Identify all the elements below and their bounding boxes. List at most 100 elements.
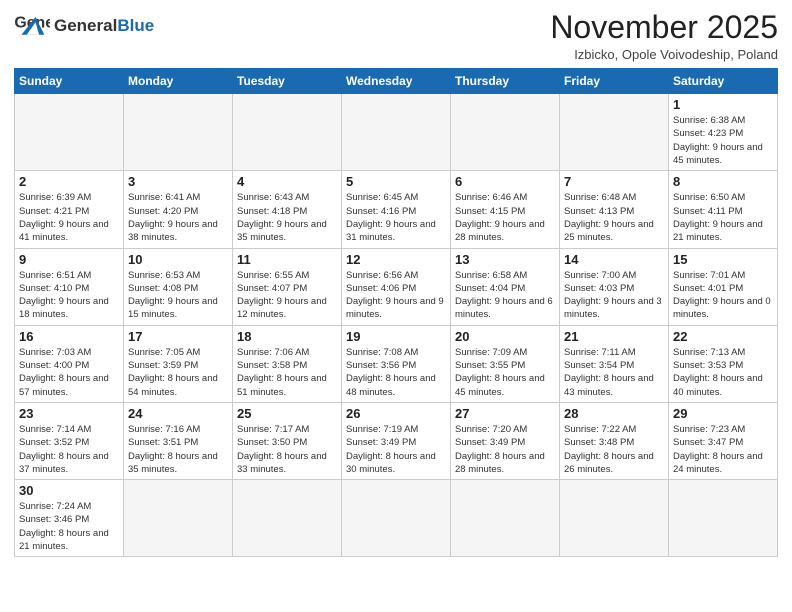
table-row: 9 Sunrise: 6:51 AMSunset: 4:10 PMDaylight… [15, 248, 124, 325]
table-row [451, 480, 560, 557]
table-row: 19 Sunrise: 7:08 AMSunset: 3:56 PMDayligh… [342, 325, 451, 402]
day-number: 23 [19, 406, 119, 421]
title-block: November 2025 Izbicko, Opole Voivodeship… [550, 10, 778, 62]
header: General GeneralBlue November 2025 Izbick… [14, 10, 778, 62]
day-number: 30 [19, 483, 119, 498]
table-row [451, 94, 560, 171]
table-row: 4Sunrise: 6:43 AMSunset: 4:18 PMDaylight… [233, 171, 342, 248]
day-number: 28 [564, 406, 664, 421]
day-info: Sunrise: 7:13 AMSunset: 3:53 PMDaylight:… [673, 346, 773, 399]
table-row [233, 94, 342, 171]
day-number: 11 [237, 252, 337, 267]
table-row [233, 480, 342, 557]
day-number: 9 [19, 252, 119, 267]
table-row: 15 Sunrise: 7:01 AMSunset: 4:01 PMDayligh… [669, 248, 778, 325]
day-info: Sunrise: 7:16 AMSunset: 3:51 PMDaylight:… [128, 423, 228, 476]
day-number: 8 [673, 174, 773, 189]
table-row: 14Sunrise: 7:00 AMSunset: 4:03 PMDayligh… [560, 248, 669, 325]
table-row [560, 94, 669, 171]
table-row: 11Sunrise: 6:55 AMSunset: 4:07 PMDayligh… [233, 248, 342, 325]
day-info: Sunrise: 7:09 AMSunset: 3:55 PMDaylight:… [455, 346, 555, 399]
calendar: Sunday Monday Tuesday Wednesday Thursday… [14, 68, 778, 557]
table-row: 24 Sunrise: 7:16 AMSunset: 3:51 PMDayligh… [124, 402, 233, 479]
table-row: 30Sunrise: 7:24 AMSunset: 3:46 PMDayligh… [15, 480, 124, 557]
col-sunday: Sunday [15, 69, 124, 94]
day-info: Sunrise: 7:03 AMSunset: 4:00 PMDaylight:… [19, 346, 119, 399]
day-info: Sunrise: 6:53 AMSunset: 4:08 PMDaylight:… [128, 269, 228, 322]
day-info: Sunrise: 7:11 AMSunset: 3:54 PMDaylight:… [564, 346, 664, 399]
day-number: 25 [237, 406, 337, 421]
day-info: Sunrise: 6:38 AMSunset: 4:23 PMDaylight:… [673, 114, 773, 167]
day-info: Sunrise: 6:50 AMSunset: 4:11 PMDaylight:… [673, 191, 773, 244]
table-row [669, 480, 778, 557]
table-row: 6 Sunrise: 6:46 AMSunset: 4:15 PMDaylight… [451, 171, 560, 248]
table-row: 8 Sunrise: 6:50 AMSunset: 4:11 PMDaylight… [669, 171, 778, 248]
day-info: Sunrise: 6:51 AMSunset: 4:10 PMDaylight:… [19, 269, 119, 322]
table-row: 10Sunrise: 6:53 AMSunset: 4:08 PMDayligh… [124, 248, 233, 325]
day-info: Sunrise: 6:56 AMSunset: 4:06 PMDaylight:… [346, 269, 446, 322]
logo: General GeneralBlue [14, 10, 154, 40]
table-row: 23 Sunrise: 7:14 AMSunset: 3:52 PMDayligh… [15, 402, 124, 479]
table-row [124, 94, 233, 171]
day-number: 15 [673, 252, 773, 267]
day-info: Sunrise: 6:39 AMSunset: 4:21 PMDaylight:… [19, 191, 119, 244]
day-number: 26 [346, 406, 446, 421]
day-number: 6 [455, 174, 555, 189]
subtitle: Izbicko, Opole Voivodeship, Poland [550, 47, 778, 62]
col-saturday: Saturday [669, 69, 778, 94]
logo-text: GeneralBlue [54, 17, 154, 34]
day-number: 3 [128, 174, 228, 189]
day-info: Sunrise: 7:05 AMSunset: 3:59 PMDaylight:… [128, 346, 228, 399]
day-number: 21 [564, 329, 664, 344]
table-row: 28Sunrise: 7:22 AMSunset: 3:48 PMDayligh… [560, 402, 669, 479]
col-tuesday: Tuesday [233, 69, 342, 94]
day-number: 5 [346, 174, 446, 189]
table-row: 7 Sunrise: 6:48 AMSunset: 4:13 PMDaylight… [560, 171, 669, 248]
table-row: 25 Sunrise: 7:17 AMSunset: 3:50 PMDayligh… [233, 402, 342, 479]
day-number: 16 [19, 329, 119, 344]
month-title: November 2025 [550, 10, 778, 45]
day-number: 12 [346, 252, 446, 267]
calendar-week-row: 16 Sunrise: 7:03 AMSunset: 4:00 PMDayligh… [15, 325, 778, 402]
table-row: 21 Sunrise: 7:11 AMSunset: 3:54 PMDayligh… [560, 325, 669, 402]
day-info: Sunrise: 6:48 AMSunset: 4:13 PMDaylight:… [564, 191, 664, 244]
day-info: Sunrise: 7:20 AMSunset: 3:49 PMDaylight:… [455, 423, 555, 476]
day-number: 24 [128, 406, 228, 421]
logo-icon: General [14, 10, 50, 40]
page: General GeneralBlue November 2025 Izbick… [0, 0, 792, 567]
calendar-week-row: 9 Sunrise: 6:51 AMSunset: 4:10 PMDaylight… [15, 248, 778, 325]
table-row: 22Sunrise: 7:13 AMSunset: 3:53 PMDayligh… [669, 325, 778, 402]
day-info: Sunrise: 7:14 AMSunset: 3:52 PMDaylight:… [19, 423, 119, 476]
calendar-week-row: 2 Sunrise: 6:39 AMSunset: 4:21 PMDaylight… [15, 171, 778, 248]
calendar-week-row: 23 Sunrise: 7:14 AMSunset: 3:52 PMDayligh… [15, 402, 778, 479]
table-row: 1 Sunrise: 6:38 AMSunset: 4:23 PMDaylight… [669, 94, 778, 171]
day-info: Sunrise: 6:58 AMSunset: 4:04 PMDaylight:… [455, 269, 555, 322]
day-info: Sunrise: 6:41 AMSunset: 4:20 PMDaylight:… [128, 191, 228, 244]
col-monday: Monday [124, 69, 233, 94]
table-row [15, 94, 124, 171]
col-friday: Friday [560, 69, 669, 94]
day-number: 2 [19, 174, 119, 189]
table-row: 18Sunrise: 7:06 AMSunset: 3:58 PMDayligh… [233, 325, 342, 402]
table-row [124, 480, 233, 557]
day-number: 1 [673, 97, 773, 112]
day-info: Sunrise: 7:08 AMSunset: 3:56 PMDaylight:… [346, 346, 446, 399]
table-row: 2 Sunrise: 6:39 AMSunset: 4:21 PMDaylight… [15, 171, 124, 248]
table-row: 16 Sunrise: 7:03 AMSunset: 4:00 PMDayligh… [15, 325, 124, 402]
day-number: 19 [346, 329, 446, 344]
table-row: 29Sunrise: 7:23 AMSunset: 3:47 PMDayligh… [669, 402, 778, 479]
day-info: Sunrise: 7:23 AMSunset: 3:47 PMDaylight:… [673, 423, 773, 476]
table-row: 13 Sunrise: 6:58 AMSunset: 4:04 PMDayligh… [451, 248, 560, 325]
day-info: Sunrise: 6:46 AMSunset: 4:15 PMDaylight:… [455, 191, 555, 244]
table-row [342, 94, 451, 171]
day-info: Sunrise: 7:01 AMSunset: 4:01 PMDaylight:… [673, 269, 773, 322]
day-number: 7 [564, 174, 664, 189]
table-row: 12 Sunrise: 6:56 AMSunset: 4:06 PMDayligh… [342, 248, 451, 325]
day-number: 13 [455, 252, 555, 267]
table-row [342, 480, 451, 557]
table-row: 20 Sunrise: 7:09 AMSunset: 3:55 PMDayligh… [451, 325, 560, 402]
day-info: Sunrise: 6:43 AMSunset: 4:18 PMDaylight:… [237, 191, 337, 244]
day-number: 20 [455, 329, 555, 344]
day-info: Sunrise: 7:17 AMSunset: 3:50 PMDaylight:… [237, 423, 337, 476]
table-row: 17Sunrise: 7:05 AMSunset: 3:59 PMDayligh… [124, 325, 233, 402]
